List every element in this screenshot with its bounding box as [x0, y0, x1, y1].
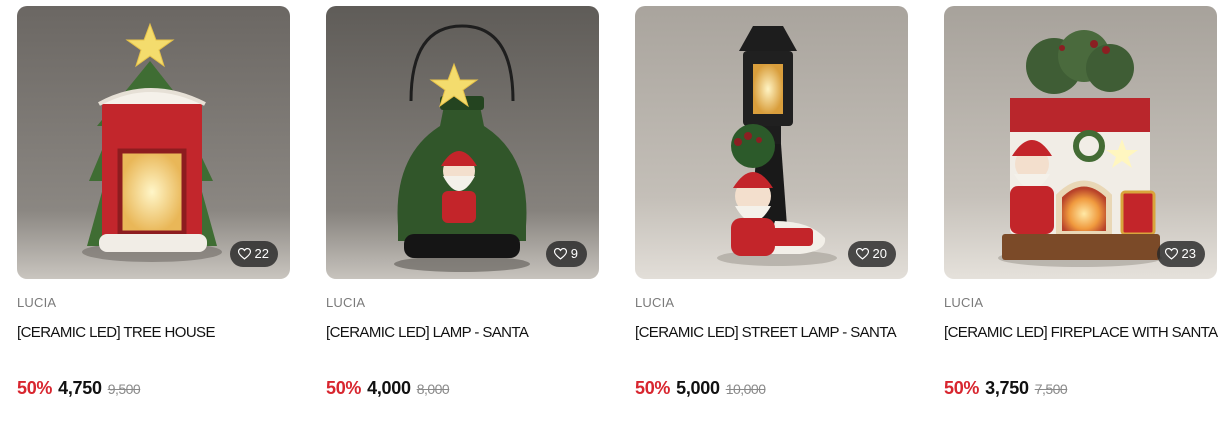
product-card[interactable]: 22 LUCIA [CERAMIC LED] TREE HOUSE 50% 4,… [17, 6, 290, 398]
discount-rate: 50% [635, 378, 671, 398]
sale-price: 5,000 [676, 378, 720, 398]
sale-price: 4,000 [367, 378, 411, 398]
like-count: 20 [872, 246, 887, 261]
product-grid: 22 LUCIA [CERAMIC LED] TREE HOUSE 50% 4,… [0, 0, 1224, 421]
product-card[interactable]: 9 LUCIA [CERAMIC LED] LAMP - SANTA 50% 4… [326, 6, 599, 398]
product-image[interactable]: 9 [326, 6, 599, 279]
like-count: 22 [254, 246, 269, 261]
discount-rate: 50% [17, 378, 53, 398]
product-title[interactable]: [CERAMIC LED] STREET LAMP - SANTA [635, 324, 908, 341]
product-brand: LUCIA [326, 295, 366, 310]
like-count: 23 [1181, 246, 1196, 261]
product-card[interactable]: 20 LUCIA [CERAMIC LED] STREET LAMP - SAN… [635, 6, 908, 398]
heart-icon [1164, 248, 1178, 260]
heart-icon [855, 248, 869, 260]
like-button[interactable]: 22 [229, 241, 278, 267]
sale-price: 4,750 [58, 378, 102, 398]
product-title[interactable]: [CERAMIC LED] FIREPLACE WITH SANTA [944, 324, 1218, 341]
product-image[interactable]: 22 [17, 6, 290, 279]
like-button[interactable]: 9 [545, 241, 587, 267]
product-brand: LUCIA [17, 295, 57, 310]
discount-rate: 50% [944, 378, 980, 398]
product-image[interactable]: 20 [635, 6, 908, 279]
like-count: 9 [570, 246, 578, 261]
original-price: 9,500 [107, 381, 141, 397]
product-brand: LUCIA [944, 295, 984, 310]
product-title[interactable]: [CERAMIC LED] LAMP - SANTA [326, 324, 599, 341]
original-price: 10,000 [725, 381, 766, 397]
product-image[interactable]: 23 [944, 6, 1217, 279]
price-row: 50% 5,000 10,000 [635, 378, 766, 399]
product-title[interactable]: [CERAMIC LED] TREE HOUSE [17, 324, 290, 341]
price-row: 50% 4,000 8,000 [326, 378, 450, 399]
price-row: 50% 4,750 9,500 [17, 378, 141, 399]
original-price: 7,500 [1034, 381, 1068, 397]
product-brand: LUCIA [635, 295, 675, 310]
heart-icon [237, 248, 251, 260]
like-button[interactable]: 20 [847, 241, 896, 267]
like-button[interactable]: 23 [1156, 241, 1205, 267]
discount-rate: 50% [326, 378, 362, 398]
original-price: 8,000 [416, 381, 450, 397]
product-card[interactable]: 23 LUCIA [CERAMIC LED] FIREPLACE WITH SA… [944, 6, 1218, 398]
price-row: 50% 3,750 7,500 [944, 378, 1068, 399]
sale-price: 3,750 [985, 378, 1029, 398]
heart-icon [553, 248, 567, 260]
